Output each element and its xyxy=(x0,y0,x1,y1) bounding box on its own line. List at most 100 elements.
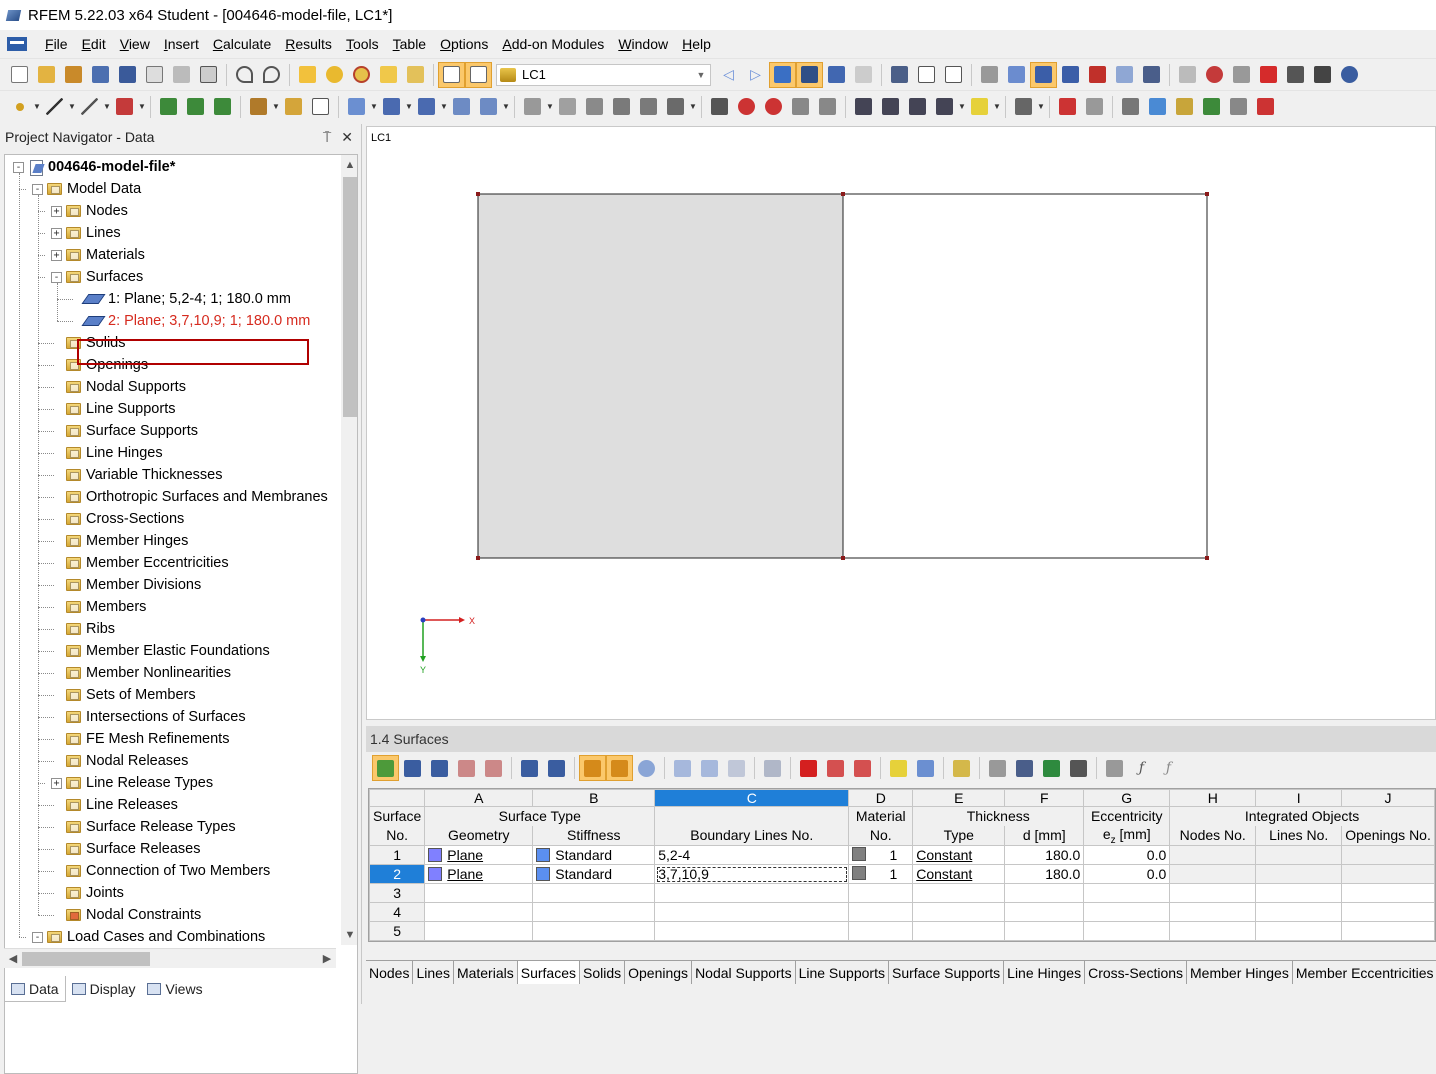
deformation-icon[interactable] xyxy=(823,62,850,88)
eccentricity-cell[interactable] xyxy=(1084,922,1170,941)
collapse-icon[interactable]: - xyxy=(13,162,24,173)
tree-item[interactable]: +Nodes xyxy=(51,200,128,222)
shield-icon[interactable] xyxy=(1010,94,1037,120)
load-case-select[interactable]: LC1 ▼ xyxy=(496,64,711,86)
tree-item[interactable]: 1: Plane; 5,2-4; 1; 180.0 mm xyxy=(70,288,291,310)
tree-item[interactable]: Member Hinges xyxy=(51,530,188,552)
number-x-icon[interactable] xyxy=(850,94,877,120)
chevron-down-icon[interactable]: ▼ xyxy=(689,102,697,111)
measure-icon[interactable] xyxy=(733,94,760,120)
search-icon[interactable] xyxy=(321,62,348,88)
display-icon[interactable] xyxy=(1309,62,1336,88)
column-c[interactable]: C xyxy=(655,790,849,807)
sync-selection-icon[interactable] xyxy=(579,755,606,781)
openings-no-cell[interactable] xyxy=(1342,903,1435,922)
row-number[interactable]: 5 xyxy=(370,922,425,941)
eccentricity-cell[interactable]: 0.0 xyxy=(1084,865,1170,884)
geometry-cell[interactable] xyxy=(425,922,533,941)
nodes-no-cell[interactable] xyxy=(1170,846,1256,865)
node[interactable] xyxy=(841,556,845,560)
thickness-type-cell[interactable] xyxy=(913,903,1005,922)
row-up-icon[interactable] xyxy=(453,755,480,781)
copy-move-icon[interactable] xyxy=(814,94,841,120)
tab-lines[interactable]: Lines xyxy=(413,961,453,984)
more-tools-icon[interactable] xyxy=(1252,94,1279,120)
perspective-icon[interactable] xyxy=(1138,62,1165,88)
load-solid-icon[interactable] xyxy=(635,94,662,120)
guideline-icon[interactable] xyxy=(1117,94,1144,120)
menu-view[interactable]: View xyxy=(113,36,157,52)
node[interactable] xyxy=(476,192,480,196)
collapse-icon[interactable]: - xyxy=(32,184,43,195)
magnify-icon[interactable] xyxy=(760,94,787,120)
table-row[interactable]: 2PlaneStandard3,7,10,91Constant180.00.0 xyxy=(370,865,1435,884)
thickness-d-cell[interactable] xyxy=(1005,903,1084,922)
load-line-icon[interactable] xyxy=(581,94,608,120)
tree-item[interactable]: Cross-Sections xyxy=(51,508,184,530)
graphics-window[interactable]: LC1 X Y xyxy=(366,126,1436,720)
rotate-tool-icon[interactable] xyxy=(1201,62,1228,88)
member-hinge-icon[interactable] xyxy=(280,94,307,120)
tree-item[interactable]: Surface Releases xyxy=(51,838,200,860)
tree-item[interactable]: Nodal Constraints xyxy=(51,904,201,926)
line-hinge-icon[interactable] xyxy=(245,94,272,120)
insert-row-icon[interactable] xyxy=(399,755,426,781)
nodes-no-cell[interactable] xyxy=(1170,903,1256,922)
mesh-icon[interactable] xyxy=(976,62,1003,88)
expand-icon[interactable]: + xyxy=(51,206,62,217)
tab-surface-supports[interactable]: Surface Supports xyxy=(889,961,1004,984)
column-a[interactable]: A xyxy=(425,790,533,807)
chevron-down-icon[interactable]: ▼ xyxy=(1037,102,1045,111)
delete-row-icon[interactable] xyxy=(426,755,453,781)
next-table-icon[interactable] xyxy=(543,755,570,781)
print-table-icon[interactable] xyxy=(984,755,1011,781)
edit-cell-icon[interactable] xyxy=(948,755,975,781)
tree-item[interactable]: Member Nonlinearities xyxy=(51,662,231,684)
material-cell[interactable] xyxy=(849,922,913,941)
tree-item[interactable]: Line Hinges xyxy=(51,442,163,464)
node[interactable] xyxy=(1205,192,1209,196)
visibility-icon[interactable] xyxy=(1144,94,1171,120)
load-member-icon[interactable] xyxy=(554,94,581,120)
menu-window[interactable]: Window xyxy=(611,36,675,52)
chevron-down-icon[interactable]: ▼ xyxy=(546,102,554,111)
previous-table-icon[interactable] xyxy=(516,755,543,781)
tree-item[interactable]: Ribs xyxy=(51,618,115,640)
tab-line-hinges[interactable]: Line Hinges xyxy=(1004,961,1085,984)
node[interactable] xyxy=(476,556,480,560)
tree-item[interactable]: Surface Supports xyxy=(51,420,198,442)
chevron-down-icon[interactable]: ▼ xyxy=(958,102,966,111)
close-icon[interactable]: ✕ xyxy=(341,129,353,146)
dimension-icon[interactable] xyxy=(1054,94,1081,120)
tree-item[interactable]: Variable Thicknesses xyxy=(51,464,222,486)
excel-export-icon[interactable] xyxy=(1038,755,1065,781)
thickness-d-cell[interactable]: 180.0 xyxy=(1005,865,1084,884)
rotate-view-icon[interactable] xyxy=(886,62,913,88)
tree-item[interactable]: Member Divisions xyxy=(51,574,201,596)
chevron-down-icon[interactable]: ▼ xyxy=(370,102,378,111)
new-solid-icon[interactable] xyxy=(413,94,440,120)
insert-after-icon[interactable] xyxy=(849,755,876,781)
menu-edit[interactable]: Edit xyxy=(75,36,113,52)
surface-type-icon[interactable] xyxy=(448,94,475,120)
node[interactable] xyxy=(841,192,845,196)
column-g[interactable]: G xyxy=(1084,790,1170,807)
tab-cross-sections[interactable]: Cross-Sections xyxy=(1085,961,1187,984)
column-e[interactable]: E xyxy=(913,790,1005,807)
stiffness-cell[interactable] xyxy=(533,903,655,922)
tree-item[interactable]: Sets of Members xyxy=(51,684,196,706)
previous-load-case-icon[interactable]: ◁ xyxy=(715,62,742,88)
table-settings-icon[interactable] xyxy=(912,755,939,781)
lines-no-cell[interactable] xyxy=(1256,884,1342,903)
thickness-type-cell[interactable] xyxy=(913,884,1005,903)
stiffness-cell[interactable]: Standard xyxy=(533,865,655,884)
node[interactable] xyxy=(1205,556,1209,560)
undo-icon[interactable] xyxy=(231,62,258,88)
mirror-icon[interactable] xyxy=(1228,62,1255,88)
tree-item[interactable]: Line Releases xyxy=(51,794,178,816)
refresh-icon[interactable] xyxy=(633,755,660,781)
load-surface-icon[interactable] xyxy=(608,94,635,120)
column-j[interactable]: J xyxy=(1342,790,1435,807)
scroll-left-icon[interactable]: ◀ xyxy=(4,949,22,969)
tree-item[interactable]: Nodal Supports xyxy=(51,376,186,398)
